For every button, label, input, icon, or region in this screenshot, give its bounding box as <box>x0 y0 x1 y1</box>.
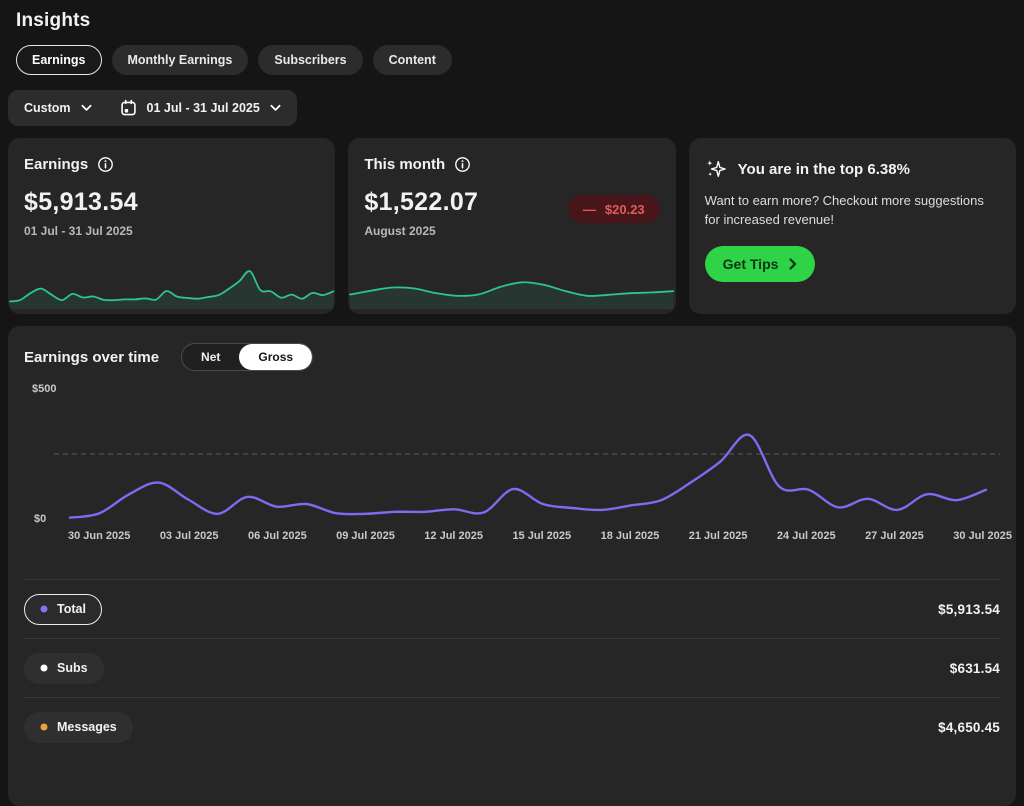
subs-dot-icon <box>40 664 48 672</box>
x-tick-label: 24 Jul 2025 <box>777 530 836 544</box>
tab-earnings[interactable]: Earnings <box>16 45 102 75</box>
delta-value: $20.23 <box>605 202 645 217</box>
x-axis-labels: 30 Jun 2025 03 Jul 2025 06 Jul 2025 09 Jul … <box>68 530 1012 544</box>
calendar-icon <box>120 99 137 117</box>
chart-legend: Total $5,913.54 Subs $631.54 Messages $4… <box>24 579 1000 756</box>
legend-pill-messages[interactable]: Messages <box>24 712 133 743</box>
get-tips-label: Get Tips <box>723 256 779 272</box>
get-tips-button[interactable]: Get Tips <box>705 246 816 282</box>
earnings-period: 01 Jul - 31 Jul 2025 <box>24 224 319 238</box>
total-dot-icon <box>40 605 48 613</box>
x-tick-label: 06 Jul 2025 <box>248 530 307 544</box>
y-axis-max-label: $500 <box>32 383 1000 397</box>
legend-row-messages: Messages $4,650.45 <box>24 697 1000 756</box>
monthly-delta-badge: — $20.23 <box>568 195 660 223</box>
earnings-amount: $5,913.54 <box>24 188 319 217</box>
legend-label-total: Total <box>57 602 86 616</box>
date-range-dropdown[interactable]: 01 Jul - 31 Jul 2025 <box>120 99 281 117</box>
tab-subscribers[interactable]: Subscribers <box>258 45 362 75</box>
tips-title: You are in the top 6.38% <box>738 161 910 178</box>
this-month-period: August 2025 <box>364 224 659 238</box>
legend-pill-subs[interactable]: Subs <box>24 653 104 684</box>
tab-monthly-earnings[interactable]: Monthly Earnings <box>112 45 249 75</box>
chevron-down-icon <box>81 104 92 112</box>
earnings-line-chart-svg <box>24 399 1000 527</box>
this-month-sparkline-chart <box>348 261 675 309</box>
earnings-line-chart: $0 <box>24 399 1000 527</box>
sparkles-icon <box>705 158 727 180</box>
tab-content[interactable]: Content <box>373 45 452 75</box>
info-icon[interactable] <box>97 156 114 173</box>
x-tick-label: 03 Jul 2025 <box>160 530 219 544</box>
legend-value-total: $5,913.54 <box>938 602 1000 617</box>
x-tick-label: 30 Jul 2025 <box>953 530 1012 544</box>
earnings-sparkline-chart <box>8 261 335 309</box>
info-icon[interactable] <box>454 156 471 173</box>
chevron-right-icon <box>789 258 797 270</box>
this-month-card-title: This month <box>364 156 445 173</box>
chart-title: Earnings over time <box>24 349 159 366</box>
tips-card: You are in the top 6.38% Want to earn mo… <box>689 138 1016 314</box>
range-preset-value: Custom <box>24 101 71 115</box>
earnings-over-time-panel: Earnings over time Net Gross $500 $0 30 … <box>8 326 1016 806</box>
date-filter-bar: Custom 01 Jul - 31 Jul 2025 <box>8 90 297 126</box>
legend-label-messages: Messages <box>57 720 117 734</box>
x-tick-label: 27 Jul 2025 <box>865 530 924 544</box>
delta-minus-sign: — <box>583 202 596 217</box>
x-tick-label: 18 Jul 2025 <box>601 530 660 544</box>
legend-label-subs: Subs <box>57 661 88 675</box>
this-month-card: This month $1,522.07 August 2025 — $20.2… <box>348 138 675 314</box>
x-tick-label: 21 Jul 2025 <box>689 530 748 544</box>
insights-page: Insights Earnings Monthly Earnings Subsc… <box>0 0 1024 737</box>
total-earnings-line <box>70 435 986 518</box>
range-preset-dropdown[interactable]: Custom <box>24 101 92 115</box>
summary-cards: Earnings $5,913.54 01 Jul - 31 Jul 2025 <box>8 138 1016 314</box>
net-gross-toggle: Net Gross <box>181 343 313 371</box>
legend-pill-total[interactable]: Total <box>24 594 102 625</box>
y-axis-min-label: $0 <box>34 513 46 525</box>
x-tick-label: 12 Jul 2025 <box>424 530 483 544</box>
legend-row-subs: Subs $631.54 <box>24 638 1000 697</box>
earnings-card: Earnings $5,913.54 01 Jul - 31 Jul 2025 <box>8 138 335 314</box>
earnings-card-title: Earnings <box>24 156 88 173</box>
x-tick-label: 09 Jul 2025 <box>336 530 395 544</box>
legend-row-total: Total $5,913.54 <box>24 579 1000 638</box>
x-tick-label: 15 Jul 2025 <box>512 530 571 544</box>
insights-tabs: Earnings Monthly Earnings Subscribers Co… <box>16 45 1024 75</box>
chevron-down-icon <box>270 104 281 112</box>
page-title: Insights <box>0 0 1024 32</box>
legend-value-subs: $631.54 <box>950 661 1000 676</box>
toggle-gross[interactable]: Gross <box>239 344 312 370</box>
legend-value-messages: $4,650.45 <box>938 720 1000 735</box>
tips-body-text: Want to earn more? Checkout more suggest… <box>705 192 1000 230</box>
messages-dot-icon <box>40 723 48 731</box>
toggle-net[interactable]: Net <box>182 344 239 370</box>
date-range-value: 01 Jul - 31 Jul 2025 <box>147 101 260 115</box>
x-tick-label: 30 Jun 2025 <box>68 530 130 544</box>
